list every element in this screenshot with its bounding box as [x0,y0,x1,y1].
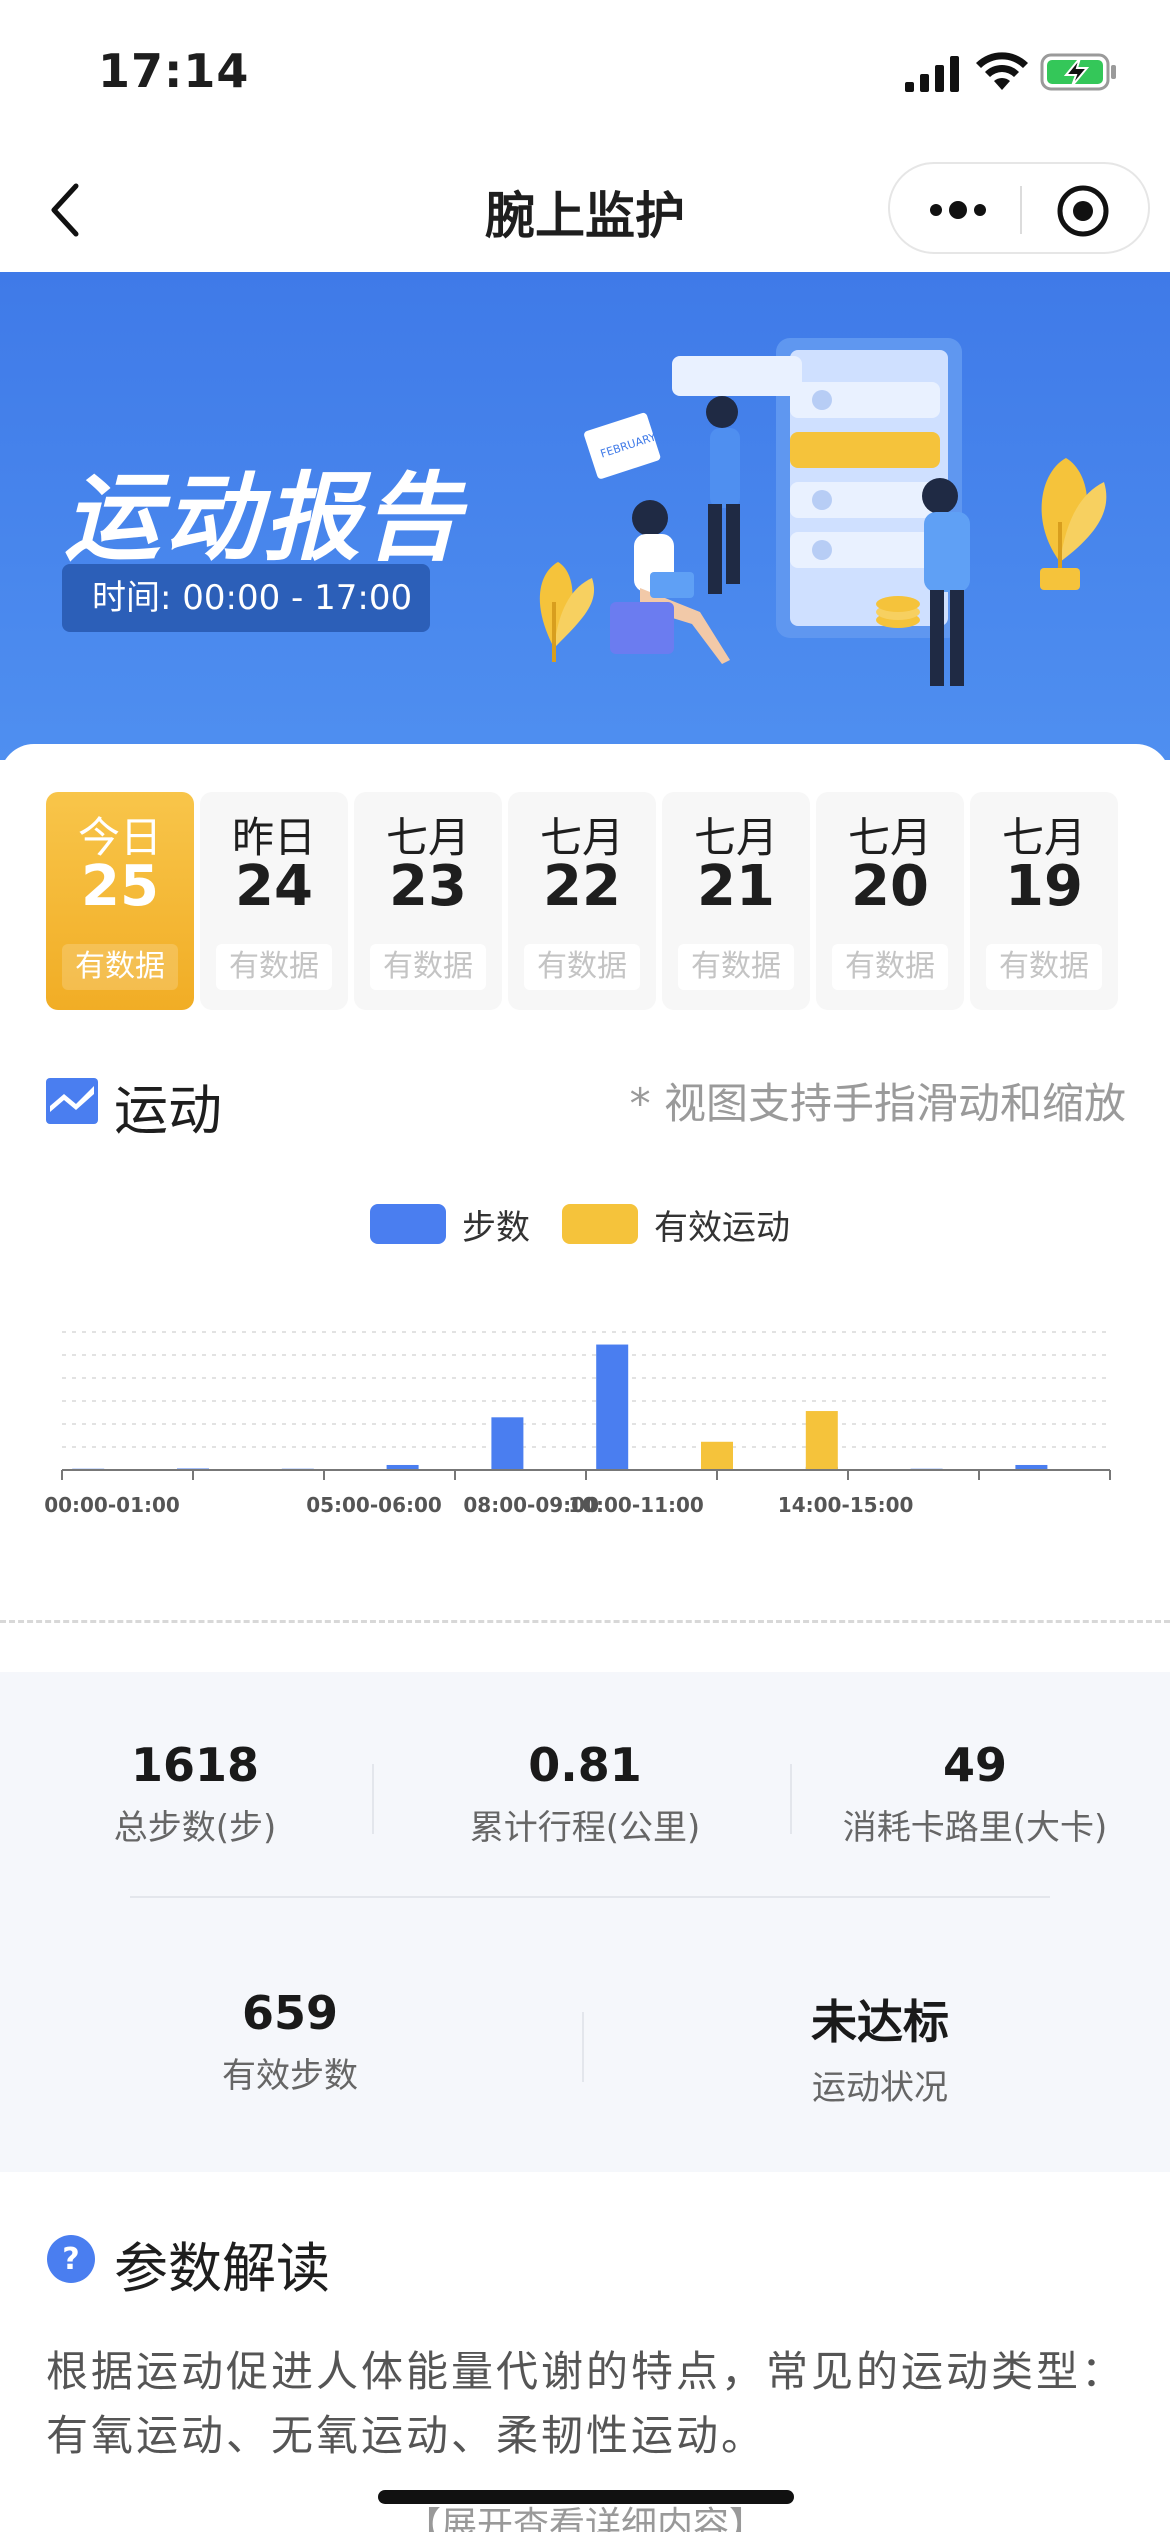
date-day: 19 [1005,854,1083,919]
date-status: 有数据 [524,944,640,990]
cellular-signal-icon [905,56,959,92]
date-day: 20 [851,854,929,919]
stat-value: 659 [241,1986,339,2040]
stats-row-divider [130,1896,1050,1898]
bar-effective-14:00-15:00[interactable] [805,1411,838,1470]
x-tick-label: 14:00-15:00 [778,1493,914,1517]
banner-time-range: 时间: 00:00 - 17:00 [62,564,430,632]
stat-divider [790,1764,792,1834]
legend-swatch-steps [370,1204,446,1244]
calendar-sign: FEBRUARY [584,412,661,479]
report-banner: 运动报告 时间: 00:00 - 17:00 FEBRUARY [0,272,1170,760]
exercise-section-header: 运动 * 视图支持手指滑动和缩放 [46,1064,1126,1142]
mini-program-capsule [888,162,1150,254]
section-hint: * 视图支持手指滑动和缩放 [629,1079,1126,1128]
stat-distance: 0.81 累计行程(公里) [430,1738,740,1849]
date-status: 有数据 [370,944,486,990]
stat-label: 消耗卡路里(大卡) [842,1808,1108,1848]
capsule-divider [1020,186,1022,234]
date-item-today[interactable]: 今日 25 有数据 [46,792,194,1010]
date-item-yesterday[interactable]: 昨日 24 有数据 [200,792,348,1010]
date-day: 21 [697,854,775,919]
banner-title: 运动报告 [64,462,464,574]
stat-label: 有效步数 [222,2056,358,2096]
stat-value: 49 [942,1738,1007,1792]
stat-total-steps: 1618 总步数(步) [60,1738,330,1849]
dashed-divider [0,1620,1170,1623]
stat-effective-steps: 659 有效步数 [170,1986,410,2097]
bar-steps-08:00-09:00[interactable] [491,1417,524,1470]
stat-value: 0.81 [528,1738,642,1792]
date-status: 有数据 [62,944,178,990]
stat-calories: 49 消耗卡路里(大卡) [820,1738,1130,1849]
date-item-19[interactable]: 七月 19 有数据 [970,792,1118,1010]
date-status: 有数据 [678,944,794,990]
banner-illustration: FEBRUARY [539,338,1107,686]
stat-label: 运动状况 [812,2068,948,2108]
date-day: 25 [81,854,159,919]
param-description: 根据运动促进人体能量代谢的特点，常见的运动类型：有氧运动、无氧运动、柔韧性运动。 [46,2347,1127,2460]
date-status: 有数据 [216,944,332,990]
home-indicator [378,2490,794,2504]
date-item-23[interactable]: 七月 23 有数据 [354,792,502,1010]
stat-label: 总步数(步) [113,1808,277,1848]
bar-steps-10:00-11:00[interactable] [596,1344,629,1470]
battery-charging-icon [1040,53,1116,91]
date-item-22[interactable]: 七月 22 有数据 [508,792,656,1010]
date-item-21[interactable]: 七月 21 有数据 [662,792,810,1010]
stat-exercise-status: 未达标 运动状况 [760,1986,1000,2109]
date-day: 22 [543,854,621,919]
legend-label-steps: 步数 [462,1208,530,1248]
stat-value: 未达标 [811,1995,949,2049]
trend-chart-icon [46,1078,98,1124]
help-icon: ? [47,2235,95,2283]
wifi-icon [976,52,1028,90]
legend-label-effective: 有效运动 [654,1208,790,1248]
navigation-bar: 腕上监护 [0,140,1170,272]
x-tick-label: 00:00-01:00 [44,1493,180,1517]
stat-value: 1618 [130,1738,260,1792]
bar-effective-12:00-13:00[interactable] [701,1441,733,1470]
date-selector: 今日 25 有数据 昨日 24 有数据 七月 23 有数据 七月 22 有数据 … [46,792,1126,1010]
status-time: 17:14 [98,44,250,98]
x-tick-label: 05:00-06:00 [306,1493,442,1517]
steps-bar-chart[interactable]: 00:00-01:00 05:00-06:00 08:00-09:0010:00-1… [0,1304,1170,1544]
svg-text:?: ? [62,2242,79,2277]
date-status: 有数据 [832,944,948,990]
date-item-20[interactable]: 七月 20 有数据 [816,792,964,1010]
date-day: 23 [389,854,467,919]
section-title: 运动 [114,1079,222,1142]
date-day: 24 [235,854,313,919]
more-icon[interactable] [926,194,990,226]
stats-panel: 1618 总步数(步) 0.81 累计行程(公里) 49 消耗卡路里(大卡) 6… [0,1672,1170,2172]
stat-divider [582,2012,584,2082]
legend-swatch-effective [562,1204,638,1244]
stat-divider [372,1764,374,1834]
status-bar: 17:14 [0,0,1170,140]
date-status: 有数据 [986,944,1102,990]
close-target-icon[interactable] [1056,184,1110,238]
param-title: 参数解读 [114,2237,330,2300]
content-card: 今日 25 有数据 昨日 24 有数据 七月 23 有数据 七月 22 有数据 … [0,744,1170,2532]
x-tick-label: 10:00-11:00 [568,1493,704,1517]
stat-label: 累计行程(公里) [469,1808,701,1848]
